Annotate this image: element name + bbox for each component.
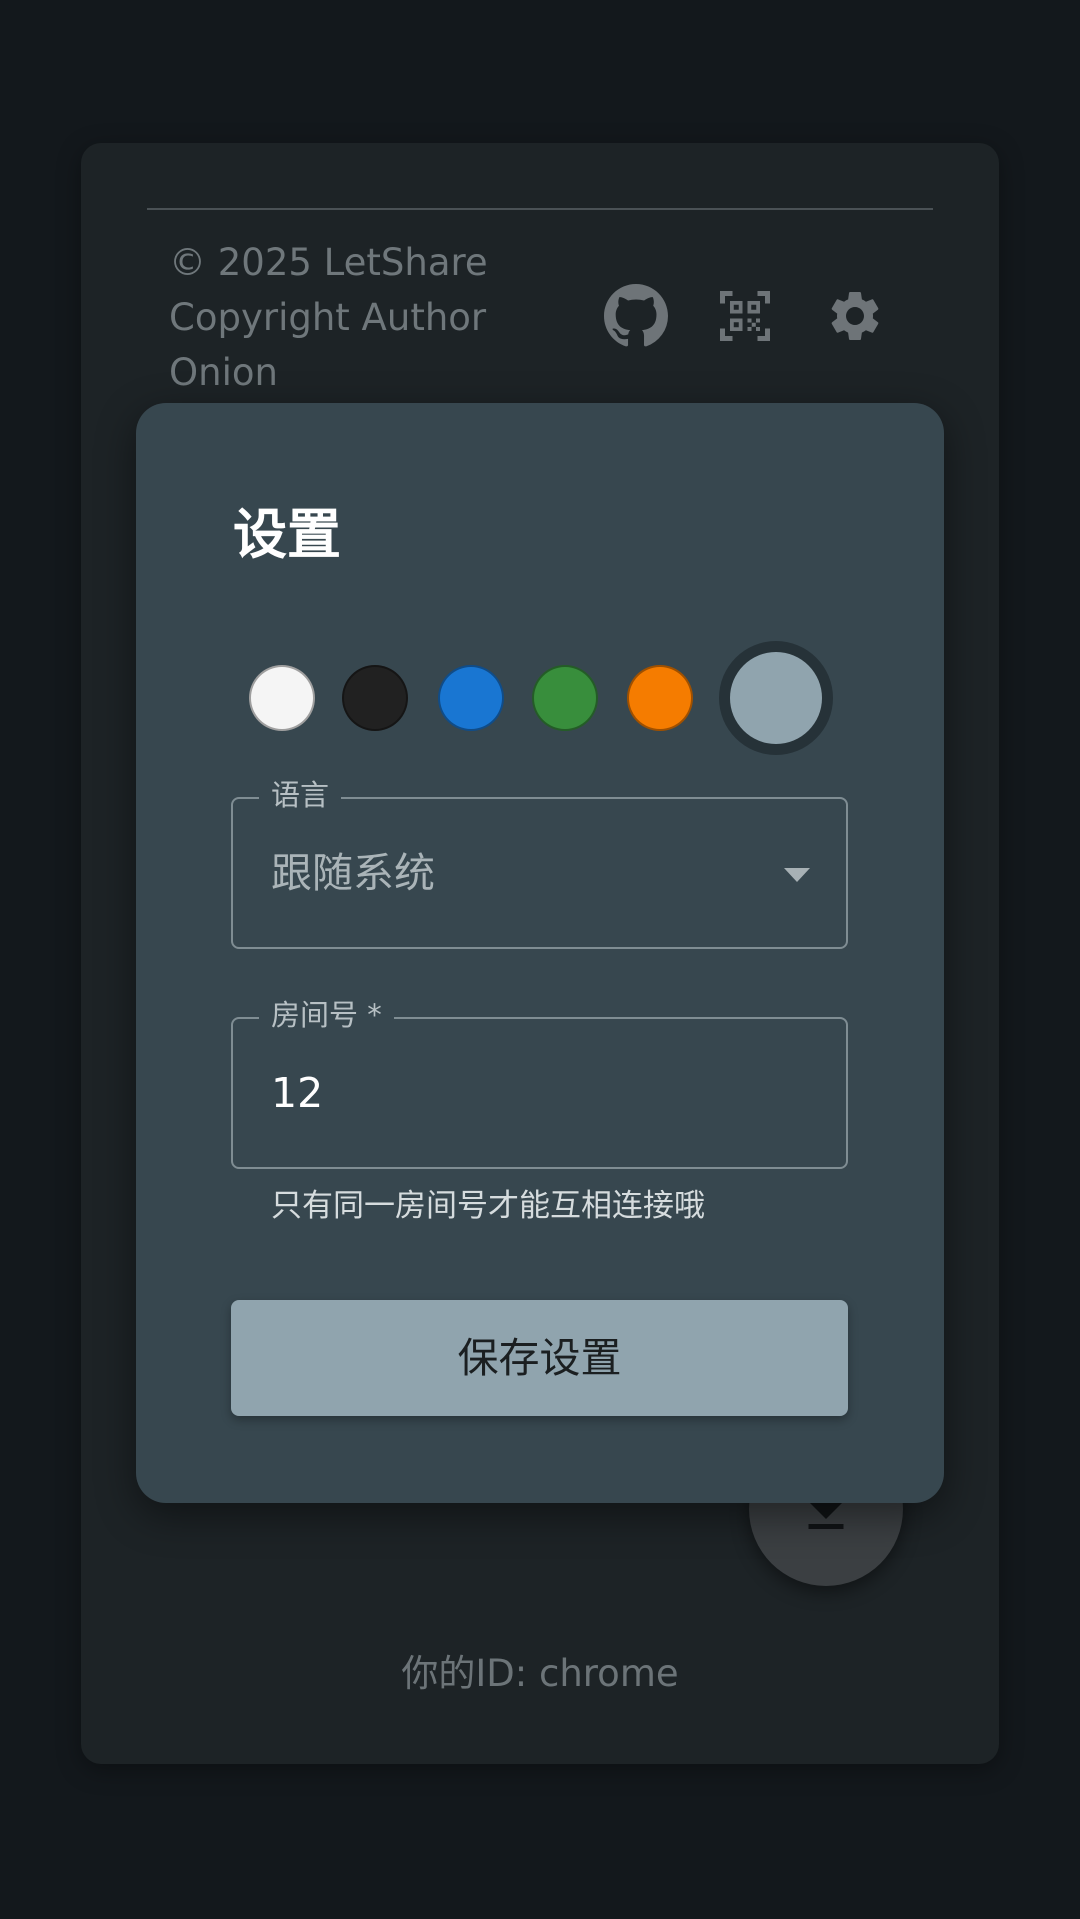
chevron-down-icon (784, 868, 810, 882)
qr-code-icon[interactable] (709, 280, 781, 352)
theme-color-swatch-2[interactable] (342, 665, 408, 731)
gear-icon[interactable] (819, 280, 891, 352)
room-number-helper: 只有同一房间号才能互相连接哦 (271, 1188, 705, 1224)
theme-color-swatch-3[interactable] (438, 665, 504, 731)
theme-color-swatch-6-selected[interactable] (730, 652, 822, 744)
copyright-line-1: © 2025 LetShare (169, 241, 488, 284)
dialog-title: 设置 (233, 503, 341, 566)
room-number-input[interactable] (271, 1065, 811, 1121)
copyright-text: © 2025 LetShare Copyright Author Onion (169, 235, 549, 400)
theme-color-swatch-5[interactable] (627, 665, 693, 731)
copyright-line-3: Onion (169, 351, 278, 394)
settings-dialog: 设置 语言 跟随系统 房间号 * 只有同一房间号才能互相连接哦 保存设置 (136, 403, 944, 1503)
language-select[interactable]: 语言 跟随系统 (231, 773, 848, 949)
theme-color-swatch-1[interactable] (249, 665, 315, 731)
user-id-label: 你的ID: chrome (401, 1652, 679, 1695)
language-label: 语言 (259, 773, 342, 817)
room-number-label: 房间号 * (259, 993, 394, 1037)
save-settings-button[interactable]: 保存设置 (231, 1300, 848, 1416)
footer-divider (147, 208, 933, 210)
copyright-line-2: Copyright Author (169, 296, 487, 339)
theme-color-swatch-4[interactable] (532, 665, 598, 731)
room-number-field: 房间号 * (231, 993, 848, 1169)
language-value: 跟随系统 (271, 849, 435, 897)
github-icon[interactable] (600, 280, 672, 352)
